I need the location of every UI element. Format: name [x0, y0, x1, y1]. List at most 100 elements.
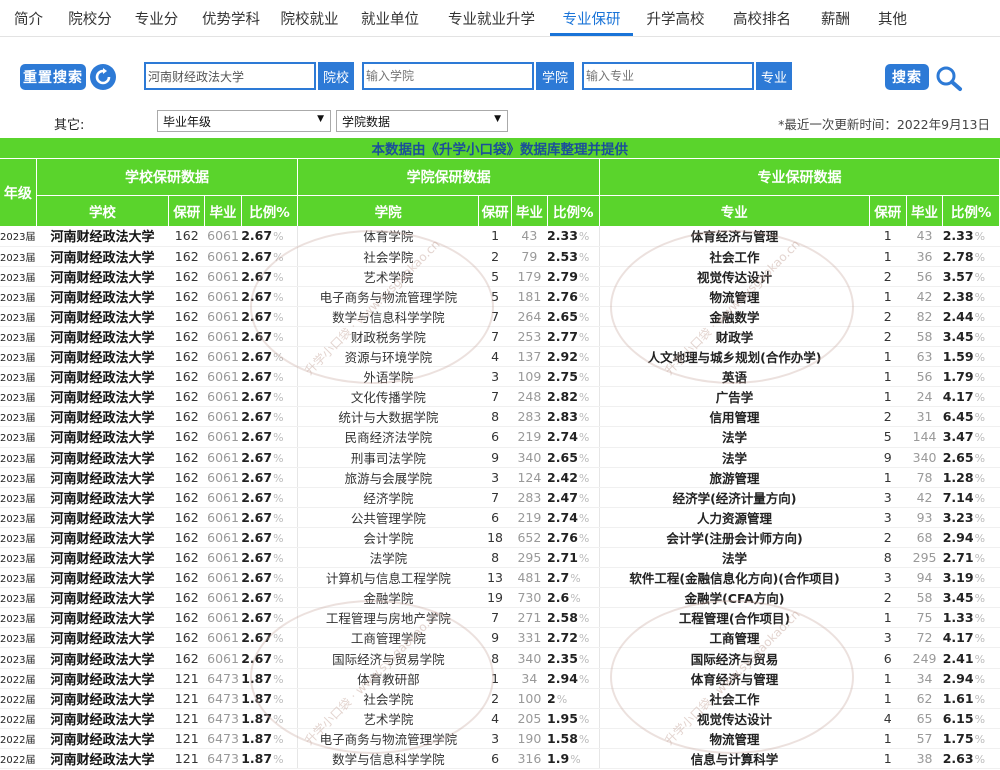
row-major[interactable]: 视觉传达设计 — [599, 266, 870, 287]
nav-tab[interactable]: 院校就业 — [272, 0, 347, 36]
row-college[interactable]: 资源与环境学院 — [297, 346, 479, 368]
row-school[interactable]: 河南财经政法大学 — [36, 487, 169, 508]
college-data-select[interactable]: 学院数据 ▼ — [336, 110, 508, 132]
row-college[interactable]: 公共管理学院 — [297, 507, 479, 528]
row-college[interactable]: 金融学院 — [297, 587, 479, 609]
row-school[interactable]: 河南财经政法大学 — [36, 467, 169, 488]
row-college[interactable]: 艺术学院 — [297, 708, 479, 729]
row-major[interactable]: 财政学 — [599, 326, 870, 348]
row-college[interactable]: 数学与信息科学学院 — [297, 748, 479, 770]
row-college[interactable]: 经济学院 — [297, 487, 479, 508]
row-school[interactable]: 河南财经政法大学 — [36, 708, 169, 729]
row-college[interactable]: 财政税务学院 — [297, 326, 479, 348]
row-major[interactable]: 会计学(注册会计师方向) — [599, 527, 870, 549]
nav-tab[interactable]: 优势学科 — [190, 0, 272, 36]
row-school[interactable]: 河南财经政法大学 — [36, 567, 169, 589]
row-major[interactable]: 人文地理与城乡规划(合作办学) — [599, 346, 870, 368]
row-school[interactable]: 河南财经政法大学 — [36, 226, 169, 247]
row-school[interactable]: 河南财经政法大学 — [36, 627, 169, 649]
nav-tab[interactable]: 高校排名 — [718, 0, 806, 36]
row-school[interactable]: 河南财经政法大学 — [36, 668, 169, 689]
row-college[interactable]: 旅游与会展学院 — [297, 467, 479, 488]
row-major[interactable]: 经济学(经济计量方向) — [599, 487, 870, 508]
row-major[interactable]: 法学 — [599, 447, 870, 468]
row-college[interactable]: 会计学院 — [297, 527, 479, 549]
row-college[interactable]: 文化传播学院 — [297, 386, 479, 408]
row-college[interactable]: 体育学院 — [297, 226, 479, 247]
search-button[interactable]: 搜索 — [885, 64, 929, 90]
row-college[interactable]: 国际经济与贸易学院 — [297, 647, 479, 669]
row-college[interactable]: 外语学院 — [297, 366, 479, 388]
row-major[interactable]: 工程管理(合作项目) — [599, 607, 870, 629]
row-school[interactable]: 河南财经政法大学 — [36, 547, 169, 569]
row-major[interactable]: 社会工作 — [599, 246, 870, 267]
row-school[interactable]: 河南财经政法大学 — [36, 346, 169, 368]
row-college[interactable]: 电子商务与物流管理学院 — [297, 728, 479, 749]
row-school[interactable]: 河南财经政法大学 — [36, 366, 169, 388]
school-search-button[interactable]: 院校 — [318, 62, 354, 90]
major-input[interactable] — [582, 62, 754, 90]
major-search-button[interactable]: 专业 — [756, 62, 792, 90]
row-school[interactable]: 河南财经政法大学 — [36, 386, 169, 408]
row-school[interactable]: 河南财经政法大学 — [36, 447, 169, 468]
row-school[interactable]: 河南财经政法大学 — [36, 266, 169, 287]
row-college[interactable]: 艺术学院 — [297, 266, 479, 287]
row-college[interactable]: 数学与信息科学学院 — [297, 306, 479, 327]
row-major[interactable]: 社会工作 — [599, 688, 870, 709]
row-major[interactable]: 物流管理 — [599, 286, 870, 307]
row-school[interactable]: 河南财经政法大学 — [36, 587, 169, 609]
row-school[interactable]: 河南财经政法大学 — [36, 406, 169, 428]
row-college[interactable]: 民商经济法学院 — [297, 426, 479, 448]
row-college[interactable]: 体育教研部 — [297, 668, 479, 689]
row-college[interactable]: 电子商务与物流管理学院 — [297, 286, 479, 307]
nav-tab[interactable]: 升学高校 — [633, 0, 718, 36]
row-college[interactable]: 工商管理学院 — [297, 627, 479, 649]
nav-tab[interactable]: 薪酬 — [806, 0, 865, 36]
row-college[interactable]: 工程管理与房地产学院 — [297, 607, 479, 629]
row-major[interactable]: 金融数学 — [599, 306, 870, 327]
row-major[interactable]: 信用管理 — [599, 406, 870, 428]
row-major[interactable]: 信息与计算科学 — [599, 748, 870, 770]
school-input[interactable] — [144, 62, 316, 90]
row-school[interactable]: 河南财经政法大学 — [36, 688, 169, 709]
row-school[interactable]: 河南财经政法大学 — [36, 728, 169, 749]
row-major[interactable]: 视觉传达设计 — [599, 708, 870, 729]
row-major[interactable]: 广告学 — [599, 386, 870, 408]
row-major[interactable]: 法学 — [599, 426, 870, 448]
magnifier-icon[interactable] — [934, 64, 964, 92]
reset-search-button[interactable]: 重置搜索 — [20, 64, 86, 90]
row-college[interactable]: 刑事司法学院 — [297, 447, 479, 468]
row-school[interactable]: 河南财经政法大学 — [36, 527, 169, 549]
row-major[interactable]: 法学 — [599, 547, 870, 569]
row-major[interactable]: 英语 — [599, 366, 870, 388]
row-school[interactable]: 河南财经政法大学 — [36, 286, 169, 307]
row-major[interactable]: 人力资源管理 — [599, 507, 870, 528]
row-major[interactable]: 体育经济与管理 — [599, 226, 870, 247]
row-major[interactable]: 国际经济与贸易 — [599, 647, 870, 669]
row-major[interactable]: 旅游管理 — [599, 467, 870, 488]
nav-tab[interactable]: 其他 — [865, 0, 920, 36]
nav-tab[interactable]: 院校分 — [57, 0, 123, 36]
row-school[interactable]: 河南财经政法大学 — [36, 326, 169, 348]
row-school[interactable]: 河南财经政法大学 — [36, 607, 169, 629]
row-school[interactable]: 河南财经政法大学 — [36, 748, 169, 770]
nav-tab[interactable]: 就业单位 — [347, 0, 433, 36]
row-major[interactable]: 金融学(CFA方向) — [599, 587, 870, 609]
row-major[interactable]: 软件工程(金融信息化方向)(合作项目) — [599, 567, 870, 589]
college-input[interactable] — [362, 62, 534, 90]
refresh-icon[interactable] — [90, 64, 116, 90]
row-major[interactable]: 物流管理 — [599, 728, 870, 749]
row-major[interactable]: 工商管理 — [599, 627, 870, 649]
row-school[interactable]: 河南财经政法大学 — [36, 647, 169, 669]
nav-tab[interactable]: 专业分 — [123, 0, 190, 36]
row-school[interactable]: 河南财经政法大学 — [36, 507, 169, 528]
row-college[interactable]: 计算机与信息工程学院 — [297, 567, 479, 589]
row-school[interactable]: 河南财经政法大学 — [36, 306, 169, 327]
nav-tab[interactable]: 专业保研 — [550, 0, 633, 36]
nav-tab[interactable]: 专业就业升学 — [433, 0, 550, 36]
row-school[interactable]: 河南财经政法大学 — [36, 246, 169, 267]
row-college[interactable]: 社会学院 — [297, 246, 479, 267]
row-college[interactable]: 社会学院 — [297, 688, 479, 709]
row-college[interactable]: 统计与大数据学院 — [297, 406, 479, 428]
row-college[interactable]: 法学院 — [297, 547, 479, 569]
